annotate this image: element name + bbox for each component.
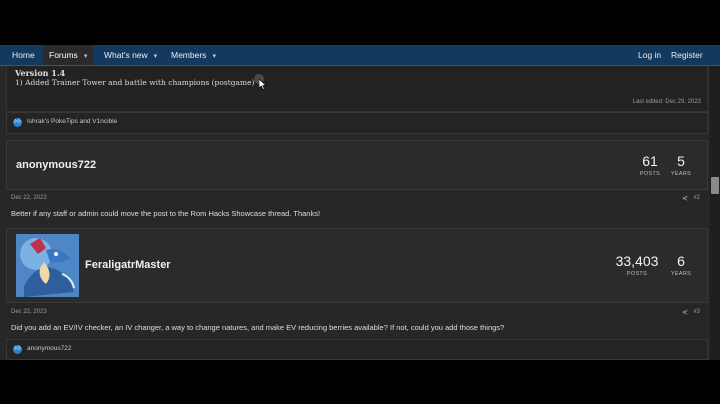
nav-home[interactable]: Home [6,45,41,65]
years-count: 5 [677,153,685,169]
post-3-reactions[interactable]: 👍︎ anonymous722 [6,339,708,360]
post-number[interactable]: #2 [693,195,700,201]
reactions-text[interactable]: Ishrak's PokeTips and V1ncible [27,118,117,125]
post-2-message: Better if any staff or admin could move … [11,209,321,218]
nav-whats-new[interactable]: What's new ▾ [98,45,163,65]
last-edited-label: Last edited: Dec 29, 2023 [632,99,701,105]
nav-home-label: Home [12,50,35,60]
post-3-username[interactable]: FeraligatrMaster [85,259,171,271]
post-3-posts-stat: 33,403 POSTS [611,253,663,277]
post-date[interactable]: Dec 22, 2023 [11,309,47,315]
post-2-years-stat: 5 YEARS [666,153,696,177]
years-label: YEARS [670,271,692,277]
like-icon: 👍︎ [13,118,22,127]
share-icon[interactable]: ⋞ [682,194,688,202]
reactions-text[interactable]: anonymous722 [27,345,71,352]
post-3-user-block: FeraligatrMaster 33,403 POSTS 6 YEARS [6,228,708,303]
nav-members-label: Members [171,50,207,60]
share-icon[interactable]: ⋞ [682,308,688,316]
post-number[interactable]: #3 [693,309,700,315]
chevron-down-icon[interactable]: ▾ [84,53,88,60]
post-2-posts-stat: 61 POSTS [635,153,665,177]
nav-members[interactable]: Members ▾ [165,45,222,65]
version-title: Version 1.4 [15,68,66,78]
post-1-body: Version 1.4 1) Added Trainer Tower and b… [6,66,708,112]
nav-forums-label: Forums [49,50,78,60]
post-3-meta: Dec 22, 2023 ⋞ #3 [6,306,706,320]
post-2-username[interactable]: anonymous722 [16,159,96,171]
nav-whats-new-label: What's new [104,50,148,60]
version-changelog-line: 1) Added Trainer Tower and battle with c… [15,78,255,87]
post-3-years-stat: 6 YEARS [666,253,696,277]
post-2-meta: Dec 22, 2023 ⋞ #2 [6,192,706,206]
chevron-down-icon[interactable]: ▾ [212,53,216,60]
register-link[interactable]: Register [666,45,708,65]
scrollbar-thumb[interactable] [711,177,719,194]
top-navigation-bar: Home Forums ▾ What's new ▾ Members ▾ Log in… [0,45,720,66]
like-icon: 👍︎ [13,345,22,354]
avatar[interactable] [16,234,79,297]
posts-label: POSTS [639,171,661,177]
page-scrollbar[interactable] [710,66,720,360]
post-2-user-block: anonymous722 61 POSTS 5 YEARS [6,140,708,190]
nav-forums[interactable]: Forums ▾ [43,45,94,65]
years-label: YEARS [670,171,692,177]
feraligatr-avatar-image [16,234,79,297]
years-count: 6 [677,253,685,269]
browser-viewport: Home Forums ▾ What's new ▾ Members ▾ Log in… [0,45,720,360]
post-date[interactable]: Dec 22, 2023 [11,195,47,201]
posts-count: 61 [642,153,658,169]
posts-count: 33,403 [615,253,659,269]
login-link[interactable]: Log in [633,45,666,65]
post-1-reactions[interactable]: 👍︎ Ishrak's PokeTips and V1ncible [6,112,708,134]
mouse-cursor-icon [259,79,267,90]
post-3-message: Did you add an EV/IV checker, an IV chan… [11,323,505,332]
posts-label: POSTS [626,271,648,277]
chevron-down-icon[interactable]: ▾ [154,53,158,60]
